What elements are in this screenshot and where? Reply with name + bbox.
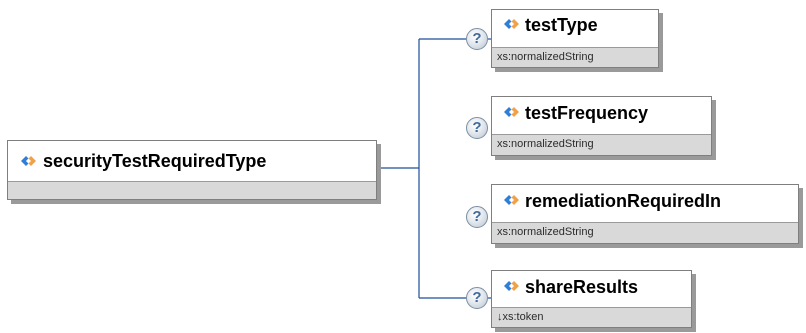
root-type-bar	[8, 181, 376, 199]
child-element-test-frequency[interactable]: testFrequency xs:normalizedString	[491, 96, 712, 156]
element-diamond-icon	[504, 107, 519, 117]
element-type-label: ↓xs:token	[492, 307, 691, 327]
element-diamond-icon	[504, 19, 519, 29]
question-help-icon[interactable]: ?	[466, 206, 488, 228]
question-help-icon[interactable]: ?	[466, 117, 488, 139]
question-help-icon[interactable]: ?	[466, 287, 488, 309]
root-element-name: securityTestRequiredType	[43, 151, 267, 171]
element-diamond-icon	[21, 156, 36, 166]
element-name: remediationRequiredIn	[525, 191, 722, 211]
element-name: testType	[525, 15, 598, 35]
element-type-label: xs:normalizedString	[492, 134, 711, 155]
element-diamond-icon	[504, 195, 519, 205]
element-name: testFrequency	[525, 103, 649, 123]
element-type-label: xs:normalizedString	[492, 222, 798, 243]
element-type-label: xs:normalizedString	[492, 47, 658, 67]
child-element-remediation-required-in[interactable]: remediationRequiredIn xs:normalizedStrin…	[491, 184, 799, 244]
question-help-icon[interactable]: ?	[466, 28, 488, 50]
element-diamond-icon	[504, 281, 519, 291]
child-element-share-results[interactable]: shareResults ↓xs:token	[491, 270, 692, 328]
child-element-test-type[interactable]: testType xs:normalizedString	[491, 9, 659, 68]
element-name: shareResults	[525, 277, 639, 297]
root-element-box[interactable]: securityTestRequiredType	[7, 140, 377, 200]
